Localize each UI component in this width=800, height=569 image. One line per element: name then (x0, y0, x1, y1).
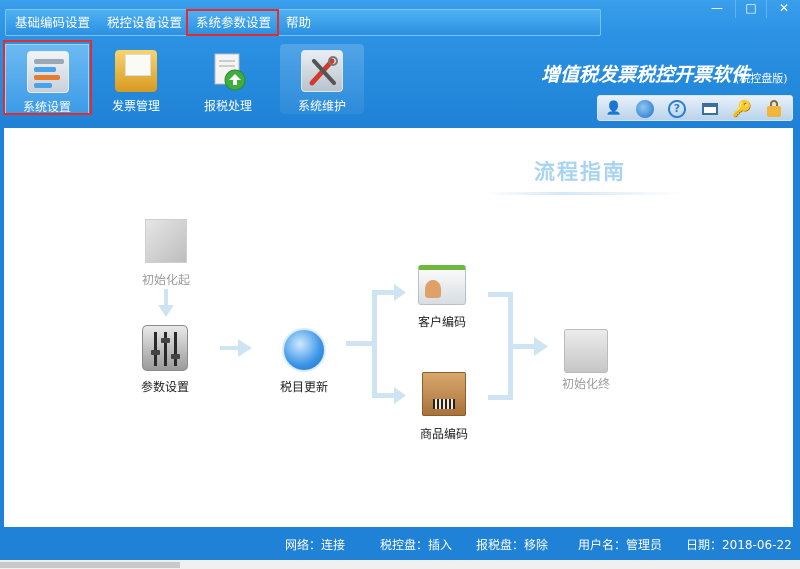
sliders-icon (142, 325, 188, 371)
horizontal-scrollbar[interactable] (0, 562, 180, 568)
workflow-guide-panel: 流程指南 初始化起 参数设置 税目更新 客户编码 商品编码 初始化终 (4, 128, 793, 527)
toolbar-label: 系统维护 (297, 99, 346, 113)
guide-title-underline (484, 192, 684, 195)
close-button[interactable]: ✕ (768, 0, 800, 18)
node-label: 初始化终 (561, 377, 610, 391)
node-param-setting[interactable]: 参数设置 (141, 325, 189, 394)
lock-icon[interactable] (764, 99, 784, 119)
goods-box-icon (422, 372, 466, 416)
init-start-icon (145, 219, 187, 263)
status-report-disk: 报税盘：移除 (476, 538, 549, 552)
key-icon[interactable]: 🔑 (732, 99, 752, 119)
node-label: 商品编码 (419, 427, 468, 441)
toolbar-system-maintenance[interactable]: 系统维护 (280, 44, 364, 114)
customer-card-icon (418, 265, 466, 305)
node-tax-update[interactable]: 税目更新 (280, 328, 328, 394)
node-label: 参数设置 (140, 380, 189, 394)
maintenance-tools-icon (301, 50, 343, 92)
menu-tax-device-settings[interactable]: 税控设备设置 (107, 14, 182, 32)
menu-help[interactable]: 帮助 (286, 14, 311, 32)
bottom-strip (0, 560, 800, 569)
node-label: 客户编码 (417, 315, 466, 329)
node-label: 税目更新 (279, 380, 328, 394)
app-window: — □ ✕ 基础编码设置 税控设备设置 系统参数设置 帮助 系统设置 发票管理 (0, 0, 800, 569)
invoice-folder-icon (115, 50, 157, 92)
tax-report-icon (207, 50, 249, 92)
node-init-end: 初始化终 (562, 329, 610, 391)
quick-icon-bar: 👤 ? 🔑 (597, 95, 793, 121)
node-init-start: 初始化起 (142, 219, 190, 287)
menu-bar: 基础编码设置 税控设备设置 系统参数设置 帮助 (5, 9, 601, 36)
window-icon[interactable] (700, 99, 720, 119)
app-title: 增值税发票税控开票软件 (541, 64, 751, 86)
menu-system-param-settings[interactable]: 系统参数设置 (196, 14, 271, 32)
flow-split-bracket (346, 284, 406, 404)
app-subtitle: (税控盘版) (735, 72, 788, 85)
toolbar-label: 发票管理 (111, 99, 160, 113)
refresh-icon (282, 328, 326, 372)
globe-icon[interactable] (636, 100, 654, 118)
settings-panel-icon (27, 51, 69, 93)
node-customer-code[interactable]: 客户编码 (418, 265, 466, 329)
node-label: 初始化起 (141, 273, 190, 287)
menu-basic-code-settings[interactable]: 基础编码设置 (15, 14, 90, 32)
toolbar-label: 报税处理 (203, 99, 252, 113)
toolbar-invoice-management[interactable]: 发票管理 (94, 44, 178, 114)
node-goods-code[interactable]: 商品编码 (420, 372, 468, 441)
toolbar-system-settings[interactable]: 系统设置 (5, 44, 89, 114)
status-user: 用户名：管理员 (578, 538, 663, 552)
flow-arrow-down (158, 289, 174, 317)
status-bar: 网络：连接 税控盘：插入 报税盘：移除 用户名：管理员 日期：2018-06-2… (0, 528, 800, 560)
toolbar-label: 系统设置 (22, 100, 71, 114)
flow-arrow-right (220, 339, 252, 357)
status-date: 日期：2018-06-22 (686, 538, 792, 552)
toolbar-tax-reporting[interactable]: 报税处理 (186, 44, 270, 114)
status-network: 网络：连接 (285, 538, 346, 552)
status-tax-disk: 税控盘：插入 (380, 538, 453, 552)
user-icon[interactable]: 👤 (604, 99, 624, 119)
guide-title: 流程指南 (534, 160, 626, 184)
maximize-button[interactable]: □ (735, 0, 767, 18)
minimize-button[interactable]: — (701, 0, 733, 18)
help-icon[interactable]: ? (668, 100, 686, 118)
init-end-icon (564, 329, 608, 373)
